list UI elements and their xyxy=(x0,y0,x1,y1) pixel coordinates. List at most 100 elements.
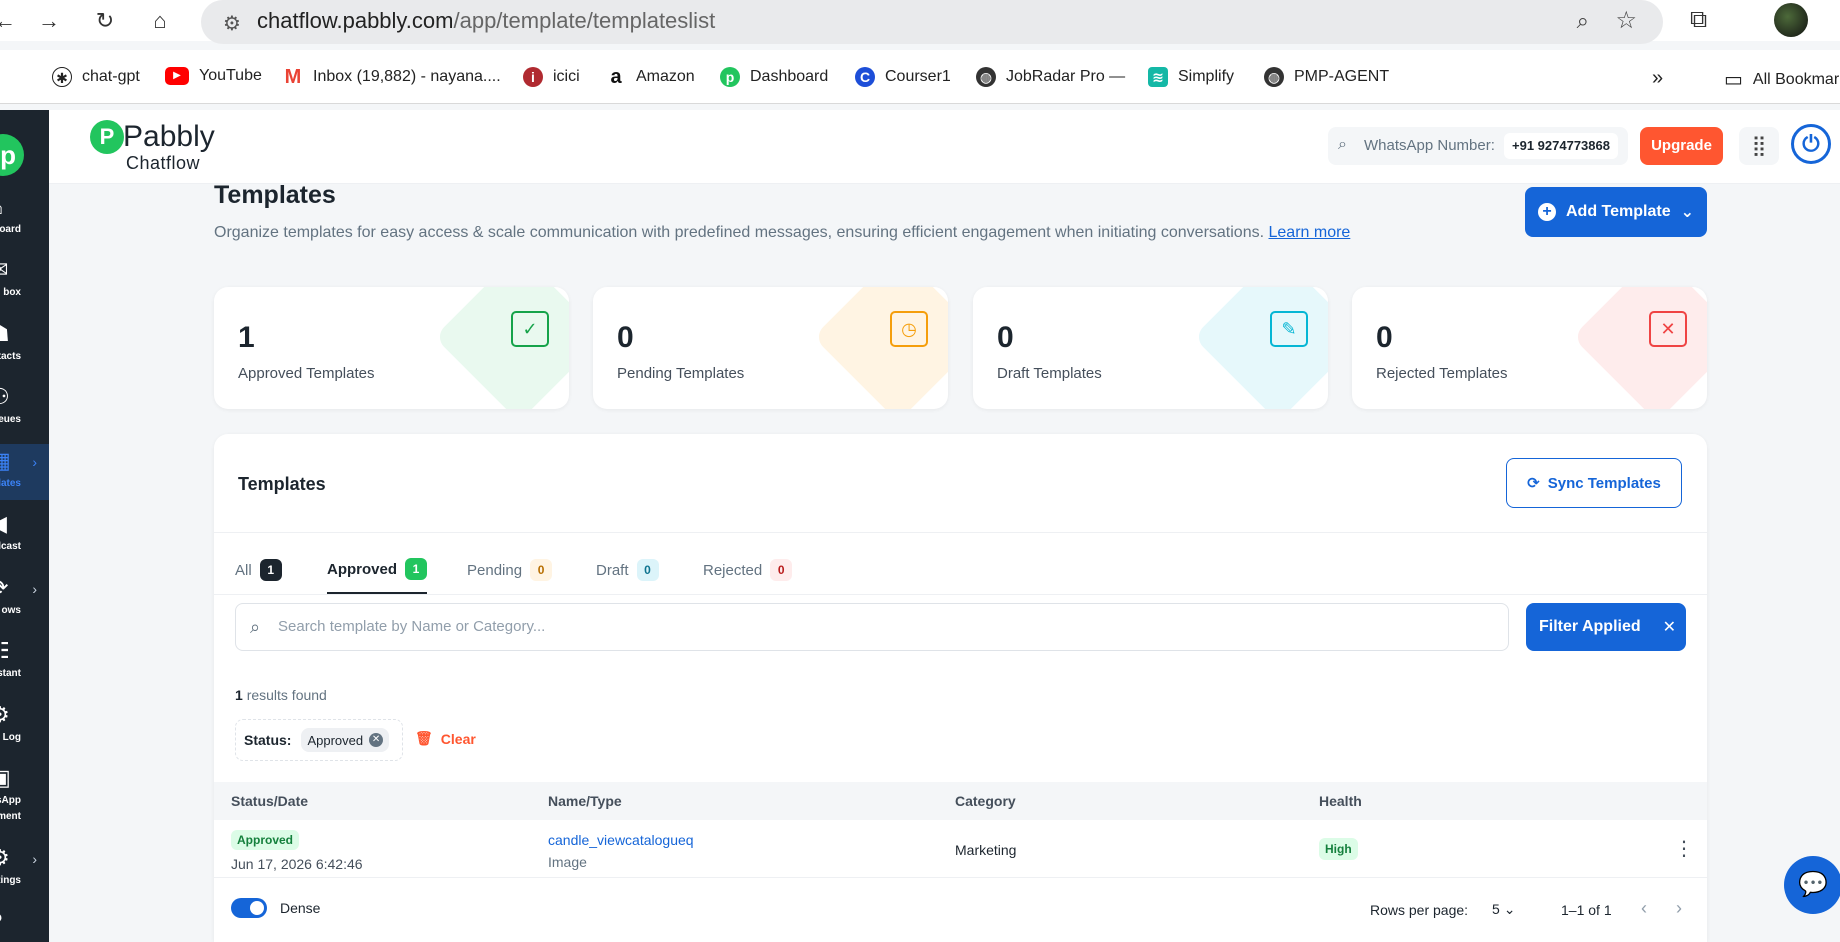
bookmark-item[interactable]: ◍ PMP-AGENT xyxy=(1264,67,1389,87)
filter-chip[interactable]: Approved ✕ xyxy=(301,728,390,752)
pabbly-logo-icon[interactable]: P xyxy=(90,120,124,154)
search-input[interactable]: ⌕ Search template by Name or Category... xyxy=(235,603,1509,651)
brand-name: Pabbly xyxy=(123,120,215,153)
activity-icon: ⚙ xyxy=(0,702,10,728)
prev-page-icon[interactable]: ‹ xyxy=(1641,898,1647,919)
bookmark-item[interactable]: ◍ JobRadar Pro — xyxy=(976,67,1125,87)
learn-more-link[interactable]: Learn more xyxy=(1269,224,1351,241)
home-icon: ⌂ xyxy=(0,194,3,220)
filter-applied-button[interactable]: Filter Applied ✕ xyxy=(1526,603,1686,651)
url-text[interactable]: chatflow.pabbly.com/app/template/templat… xyxy=(257,8,715,34)
sidebar-item-contacts[interactable]: ☗ntacts xyxy=(0,317,49,373)
sidebar-item-queues[interactable]: ⚇Queues xyxy=(0,380,49,436)
next-page-icon[interactable]: › xyxy=(1676,898,1682,919)
plus-icon: + xyxy=(1537,203,1556,221)
tab-draft[interactable]: Draft 0 xyxy=(596,546,659,594)
reload-icon[interactable]: ↻ xyxy=(90,6,120,36)
templates-icon: ▦ xyxy=(0,448,11,473)
page-title: Templates xyxy=(214,181,336,209)
queues-icon: ⚇ xyxy=(0,384,10,410)
dense-toggle[interactable] xyxy=(231,898,267,918)
whatsapp-number-selector[interactable]: ⌕ WhatsApp Number: +91 9274773868 xyxy=(1328,127,1628,165)
sidebar-item-flows[interactable]: ⟳›ows xyxy=(0,571,49,627)
apps-grid-icon[interactable]: ⣿ xyxy=(1739,127,1779,165)
address-bar[interactable]: ⚙ chatflow.pabbly.com/app/template/templ… xyxy=(201,0,1663,44)
upgrade-button[interactable]: Upgrade xyxy=(1640,127,1723,165)
whatsapp-icon: ▣ xyxy=(0,765,11,790)
sidebar-item-assistant[interactable]: ☷ssistant xyxy=(0,634,49,690)
bookmark-item[interactable]: C Courser1 xyxy=(855,67,951,87)
home-icon[interactable]: ⌂ xyxy=(145,6,175,36)
tab-all[interactable]: All 1 xyxy=(235,546,282,594)
template-name-link[interactable]: candle_viewcatalogueq xyxy=(548,832,694,848)
table-header: Status/Date Name/Type Category Health xyxy=(214,782,1707,820)
bookmark-item[interactable]: ✱ chat-gpt xyxy=(52,67,140,87)
stat-card-pending: ◷ 0 Pending Templates xyxy=(593,287,948,409)
brand-subtitle: Chatflow xyxy=(126,153,201,173)
count-badge: 0 xyxy=(770,559,793,581)
rows-per-page-select[interactable]: 5 ⌄ xyxy=(1492,901,1515,918)
rejected-icon: ✕ xyxy=(1649,311,1687,347)
bookmark-item[interactable]: p Dashboard xyxy=(720,67,828,87)
chevron-right-icon: › xyxy=(32,581,37,597)
sidebar-item-templates[interactable]: ▦›plates xyxy=(0,444,49,500)
pending-icon: ◷ xyxy=(890,311,928,347)
settings-icon: ⚙ xyxy=(0,845,10,871)
broadcast-icon: ◀ xyxy=(0,511,7,537)
panel-title: Templates xyxy=(238,474,326,494)
add-template-button[interactable]: + Add Template ⌄ xyxy=(1525,187,1707,237)
gmail-icon: M xyxy=(283,66,303,88)
youtube-icon: ▶ xyxy=(165,67,189,85)
whatsapp-number-value: +91 9274773868 xyxy=(1504,133,1618,159)
app-logo-icon[interactable]: p xyxy=(0,134,24,176)
more-options-icon[interactable]: ⋮ xyxy=(1674,836,1694,861)
profile-avatar[interactable] xyxy=(1774,3,1808,37)
stat-value: 1 xyxy=(238,321,255,354)
sidebar-item-inbox[interactable]: ✉box xyxy=(0,253,49,309)
clear-filters-button[interactable]: 🗑 Clear xyxy=(415,730,476,747)
coursera-icon: C xyxy=(855,67,875,87)
extensions-icon[interactable]: ⧉ xyxy=(1690,6,1707,34)
back-icon[interactable]: ← xyxy=(0,6,20,36)
sidebar-item-help[interactable]: ? xyxy=(0,905,49,942)
tab-approved[interactable]: Approved 1 xyxy=(327,546,428,594)
column-header: Status/Date xyxy=(231,793,309,809)
bookmark-item[interactable]: a Amazon xyxy=(606,67,695,87)
bookmark-item[interactable]: ▶ YouTube xyxy=(165,67,262,85)
sidebar-item-whatsapp-management[interactable]: ▣tsAppment xyxy=(0,761,49,829)
app-sidebar: p ⌂board ✉box ☗ntacts ⚇Queues ▦›plates ◀… xyxy=(0,110,49,942)
table-row: Approved Jun 17, 2026 6:42:46 candle_vie… xyxy=(214,820,1707,878)
all-bookmarks-folder[interactable]: ▭ All Bookmar xyxy=(1724,67,1839,92)
sidebar-item-settings[interactable]: ⚙›tings xyxy=(0,841,49,897)
bookmark-item[interactable]: M Inbox (19,882) - nayana.... xyxy=(283,67,501,87)
flows-icon: ⟳ xyxy=(0,575,8,601)
stat-value: 0 xyxy=(997,321,1014,354)
active-filter: Status: Approved ✕ xyxy=(235,719,403,761)
bookmark-star-icon[interactable]: ☆ xyxy=(1615,6,1637,35)
tab-rejected[interactable]: Rejected 0 xyxy=(703,546,793,594)
remove-filter-icon[interactable]: ✕ xyxy=(369,733,384,747)
stat-card-rejected: ✕ 0 Rejected Templates xyxy=(1352,287,1707,409)
bookmark-item[interactable]: ≋ Simplify xyxy=(1148,67,1234,87)
sidebar-item-dashboard[interactable]: ⌂board xyxy=(0,190,49,246)
pabbly-icon: p xyxy=(720,67,740,87)
stat-label: Pending Templates xyxy=(617,365,745,382)
sidebar-item-activity-log[interactable]: ⚙ity Log xyxy=(0,698,49,754)
sidebar-item-broadcast[interactable]: ◀dcast xyxy=(0,507,49,563)
forward-icon[interactable]: → xyxy=(34,6,64,36)
more-bookmarks-icon[interactable]: » xyxy=(1652,67,1663,90)
close-icon[interactable]: ✕ xyxy=(1663,617,1676,637)
site-info-icon[interactable]: ⚙ xyxy=(223,11,241,36)
stat-value: 0 xyxy=(617,321,634,354)
tab-pending[interactable]: Pending 0 xyxy=(467,546,553,594)
account-power-icon[interactable]: ⏻ xyxy=(1791,124,1831,164)
globe-icon: ◍ xyxy=(1264,67,1284,87)
count-badge: 1 xyxy=(405,558,428,580)
zoom-icon[interactable]: ⌕ xyxy=(1577,8,1589,34)
assistant-icon: ☷ xyxy=(0,638,10,664)
chat-support-icon[interactable]: 💬 xyxy=(1784,856,1840,914)
bookmark-item[interactable]: i icici xyxy=(523,67,580,87)
status-badge: Approved xyxy=(231,830,300,850)
sync-templates-button[interactable]: ⟳ Sync Templates xyxy=(1506,458,1682,508)
results-count: 1 results found xyxy=(235,687,327,703)
